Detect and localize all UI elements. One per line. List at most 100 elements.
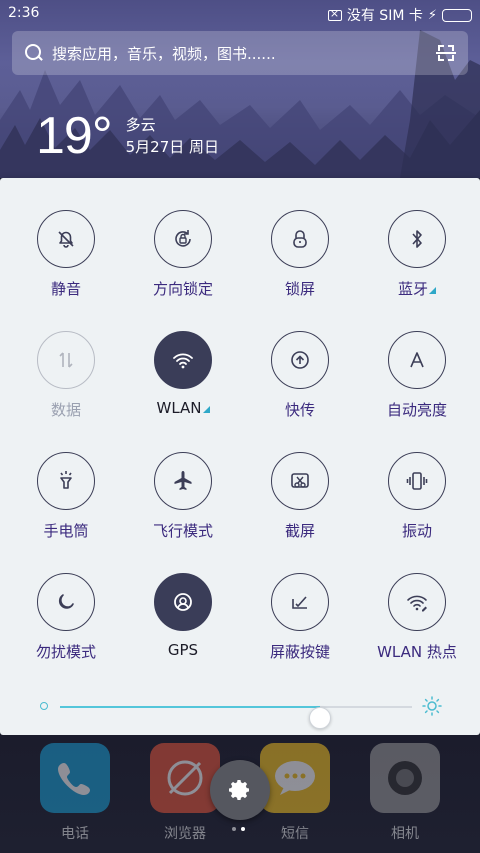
app-label: 短信	[281, 826, 309, 842]
vibrate-icon	[406, 472, 428, 490]
brightness-fill	[60, 706, 321, 708]
toggle-button[interactable]	[388, 573, 446, 631]
status-bar: 2:36 没有 SIM 卡 ⚡	[0, 0, 480, 28]
auto-brightness-icon	[410, 352, 424, 368]
brightness-track[interactable]	[60, 706, 412, 729]
moon-icon	[58, 594, 74, 609]
weather-widget[interactable]: 19° 多云 5月27日 周日	[36, 108, 219, 164]
toggle-gps[interactable]: GPS	[123, 541, 243, 659]
toggle-label: 数据	[50, 401, 81, 419]
toggle-label: GPS	[167, 641, 199, 659]
toggle-share-upload[interactable]: 快传	[240, 299, 360, 419]
toggle-moon[interactable]: 勿扰模式	[6, 541, 126, 661]
toggle-bluetooth[interactable]: 蓝牙	[357, 178, 477, 298]
toggle-label: 截屏	[284, 522, 315, 540]
weather-date: 5月27日 周日	[125, 138, 220, 156]
clock: 2:36	[8, 5, 40, 21]
toggle-label: 飞行模式	[152, 522, 213, 540]
toggle-label: 方向锁定	[152, 280, 213, 298]
bluetooth-icon	[412, 230, 422, 248]
brightness-thumb[interactable]	[309, 707, 332, 729]
toggle-hotspot[interactable]: WLAN 热点	[357, 541, 477, 661]
no-sim-icon	[327, 7, 342, 21]
toggle-label: 振动	[401, 522, 432, 540]
toggle-label: 手电筒	[43, 522, 89, 540]
app-label: 电话	[61, 826, 89, 842]
expand-indicator-icon	[202, 406, 210, 413]
airplane-icon	[174, 471, 192, 490]
toggle-rotation-lock[interactable]: 方向锁定	[123, 178, 243, 298]
toggle-button[interactable]	[388, 452, 446, 510]
search-bar[interactable]: 搜索应用，音乐，视频，图书......	[12, 31, 468, 75]
brightness-high-icon	[422, 696, 442, 716]
message-icon	[260, 743, 330, 813]
toggle-button[interactable]	[271, 573, 329, 631]
toggle-label: 锁屏	[284, 280, 315, 298]
toggle-lock[interactable]: 锁屏	[240, 178, 360, 298]
browser-icon	[150, 743, 220, 813]
toggle-label: WLAN 热点	[377, 643, 457, 661]
toggle-label: 静音	[50, 280, 81, 298]
hotspot-icon	[407, 595, 427, 612]
share-upload-icon	[291, 351, 309, 369]
toggle-screenshot[interactable]: 截屏	[240, 420, 360, 540]
app-camera[interactable]: 相机	[370, 743, 440, 843]
settings-button[interactable]	[210, 760, 270, 820]
search-icon	[12, 31, 52, 75]
toggle-label: 屏蔽按键	[269, 643, 330, 661]
bell-off-icon	[58, 231, 74, 248]
toggle-label: 蓝牙	[357, 278, 477, 299]
toggle-vibrate[interactable]: 振动	[357, 420, 477, 540]
toggle-button[interactable]	[154, 452, 212, 510]
search-input[interactable]: 搜索应用，音乐，视频，图书......	[52, 43, 424, 64]
control-center-panel: 静音 方向锁定 锁屏 蓝牙数据 WLAN 快传 自动亮度手电筒 飞行模式 截屏 振动勿扰模式 GPS…	[0, 178, 480, 735]
scan-icon[interactable]	[424, 31, 468, 75]
gps-icon	[174, 593, 192, 611]
block-keys-icon	[292, 596, 307, 609]
toggle-block-keys[interactable]: 屏蔽按键	[240, 541, 360, 661]
battery-icon	[442, 8, 472, 22]
weather-condition: 多云	[125, 116, 156, 134]
expand-indicator-icon	[429, 287, 436, 294]
toggle-button[interactable]	[271, 331, 329, 389]
phone-icon	[40, 743, 110, 813]
page-dot	[232, 827, 236, 831]
toggle-button[interactable]	[271, 210, 329, 268]
toggle-button[interactable]	[271, 452, 329, 510]
toggle-button[interactable]	[37, 452, 95, 510]
screenshot-icon	[291, 473, 309, 488]
toggle-auto-brightness[interactable]: 自动亮度	[357, 299, 477, 419]
status-icons: 没有 SIM 卡 ⚡	[327, 5, 472, 25]
toggle-mobile-data[interactable]: 数据	[6, 299, 126, 419]
toggle-flashlight[interactable]: 手电筒	[6, 420, 126, 540]
toggle-label: WLAN	[123, 399, 243, 417]
toggle-label: 自动亮度	[386, 401, 447, 419]
app-message[interactable]: 短信	[260, 743, 330, 843]
sim-status-text: 没有 SIM 卡	[346, 8, 423, 24]
lock-icon	[293, 230, 307, 248]
toggle-button[interactable]	[37, 573, 95, 631]
mobile-data-icon	[59, 352, 73, 368]
toggle-button[interactable]	[37, 210, 95, 268]
app-phone[interactable]: 电话	[40, 743, 110, 843]
toggle-button[interactable]	[154, 210, 212, 268]
flashlight-icon	[60, 471, 72, 489]
toggle-button[interactable]	[388, 210, 446, 268]
temperature: 19°	[36, 107, 113, 165]
rotation-lock-icon	[175, 230, 191, 247]
toggle-button[interactable]	[154, 573, 212, 631]
wifi-icon	[173, 353, 193, 369]
toggle-wifi[interactable]: WLAN	[123, 299, 243, 417]
toggle-label: 快传	[284, 401, 315, 419]
page-indicator	[232, 827, 245, 831]
toggle-button[interactable]	[154, 331, 212, 389]
toggle-airplane[interactable]: 飞行模式	[123, 420, 243, 540]
gear-icon	[229, 780, 249, 800]
toggle-button[interactable]	[37, 331, 95, 389]
toggle-bell-off[interactable]: 静音	[6, 178, 126, 298]
charging-icon: ⚡	[427, 7, 437, 23]
brightness-slider[interactable]	[36, 694, 446, 729]
page-dot	[241, 827, 245, 831]
toggle-button[interactable]	[388, 331, 446, 389]
camera-icon	[370, 743, 440, 813]
